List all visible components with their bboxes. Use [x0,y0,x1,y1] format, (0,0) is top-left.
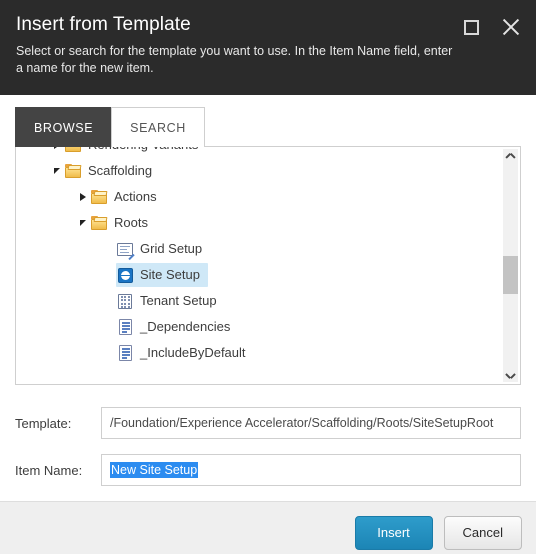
tree-item-hit[interactable]: _Dependencies [116,315,238,339]
document-icon [118,319,132,335]
dialog-body: BROWSE SEARCH Rendering Variants Scaffold… [0,95,536,501]
item-name-label: Item Name: [15,462,83,478]
tree-item-label: _IncludeByDefault [140,345,246,360]
item-name-input[interactable]: New Site Setup [101,454,521,486]
chevron-up-icon [506,155,515,161]
tree-item-hit[interactable]: Scaffolding [64,159,160,183]
template-input[interactable]: /Foundation/Experience Accelerator/Scaff… [101,407,521,439]
folder-icon [64,147,82,152]
folder-icon [90,190,108,204]
dialog-header: Insert from Template Select or search fo… [0,0,536,95]
tree-item-label: Tenant Setup [140,293,217,308]
tree-item-label: Scaffolding [88,163,153,178]
tree-item-hit[interactable]: Tenant Setup [116,289,225,313]
chevron-right-icon [80,193,86,201]
tree-item-label: Grid Setup [140,241,203,256]
tree-item-label: _Dependencies [140,319,231,334]
tree-item[interactable]: Scaffolding [16,158,502,184]
tree-twisty[interactable] [102,340,116,366]
tree-item-label: Site Setup [140,267,200,282]
tree-twisty[interactable] [50,147,64,158]
scroll-down-button[interactable] [503,365,518,382]
tree-item[interactable]: Actions [16,184,502,210]
scrollbar-thumb[interactable] [503,256,518,294]
close-button[interactable] [500,16,522,38]
template-label: Template: [15,415,72,431]
window-controls [460,16,522,38]
maximize-icon [463,19,479,35]
insert-button[interactable]: Insert [354,515,433,550]
tree-twisty[interactable] [102,288,116,314]
tree-item[interactable]: Roots [16,210,502,236]
tree-scrollbar[interactable] [503,149,518,382]
folder-icon [90,216,108,230]
tree-item-icon [116,344,134,362]
chevron-down-icon [54,168,60,174]
tree-twisty[interactable] [102,262,116,288]
close-icon [502,18,520,36]
building-icon [118,293,132,309]
tree-item-icon [116,266,134,284]
form-area: Template: /Foundation/Experience Acceler… [15,407,521,486]
tree-item-icon [64,147,82,154]
tree-scroll-area: Rendering Variants Scaffolding Actions Root… [16,147,502,384]
tree-item-icon [90,214,108,232]
tree-item[interactable]: Tenant Setup [16,288,502,314]
tree-item[interactable]: _Dependencies [16,314,502,340]
tree-item[interactable]: Site Setup [16,262,502,288]
globe-icon [117,267,133,283]
tree-twisty[interactable] [76,184,90,210]
dialog-footer: Insert Cancel [0,501,536,554]
tree-twisty[interactable] [50,158,64,184]
tree-item-label: Roots [114,215,148,230]
dialog-subtitle: Select or search for the template you wa… [16,44,453,75]
template-field-row: Template: /Foundation/Experience Acceler… [15,407,521,439]
tree-item-hit[interactable]: Grid Setup [116,237,210,261]
tree-item-hit[interactable]: Site Setup [116,263,208,287]
maximize-button[interactable] [460,16,482,38]
tree-item-icon [64,162,82,180]
tree-item-hit[interactable]: _IncludeByDefault [116,341,254,365]
template-tree-panel: Rendering Variants Scaffolding Actions Root… [15,146,521,385]
tree-item-label: Rendering Variants [88,147,198,154]
grid-setup-icon [117,242,135,260]
tree-twisty[interactable] [76,210,90,236]
tab-bar: BROWSE SEARCH [15,107,521,147]
chevron-down-icon [506,371,515,377]
tree-item-hit[interactable]: Roots [90,211,156,235]
chevron-right-icon [54,147,60,149]
tree-item-icon [116,240,135,260]
dialog-title: Insert from Template [16,14,191,35]
tree-item[interactable]: Grid Setup [16,236,502,262]
tree-item-hit[interactable]: Rendering Variants [64,147,206,157]
item-name-value: New Site Setup [110,462,199,478]
tab-browse[interactable]: BROWSE [15,107,113,147]
insert-from-template-dialog: Insert from Template Select or search fo… [0,0,536,554]
tree-item[interactable]: Rendering Variants [16,147,502,158]
tree-item-icon [90,188,108,206]
tree-item-hit[interactable]: Actions [90,185,165,209]
tree-item-icon [116,292,134,310]
tree-item-icon [116,318,134,336]
document-icon [118,345,132,361]
scroll-up-button[interactable] [503,149,518,166]
tree-list: Rendering Variants Scaffolding Actions Root… [16,147,502,366]
cancel-button[interactable]: Cancel [443,515,522,550]
tree-item[interactable]: _IncludeByDefault [16,340,502,366]
tree-twisty[interactable] [102,236,116,262]
chevron-down-icon [80,220,86,226]
item-name-field-row: Item Name: New Site Setup [15,454,521,486]
tab-search[interactable]: SEARCH [111,107,205,147]
tree-item-label: Actions [114,189,157,204]
tree-twisty[interactable] [102,314,116,340]
folder-icon [64,164,82,178]
